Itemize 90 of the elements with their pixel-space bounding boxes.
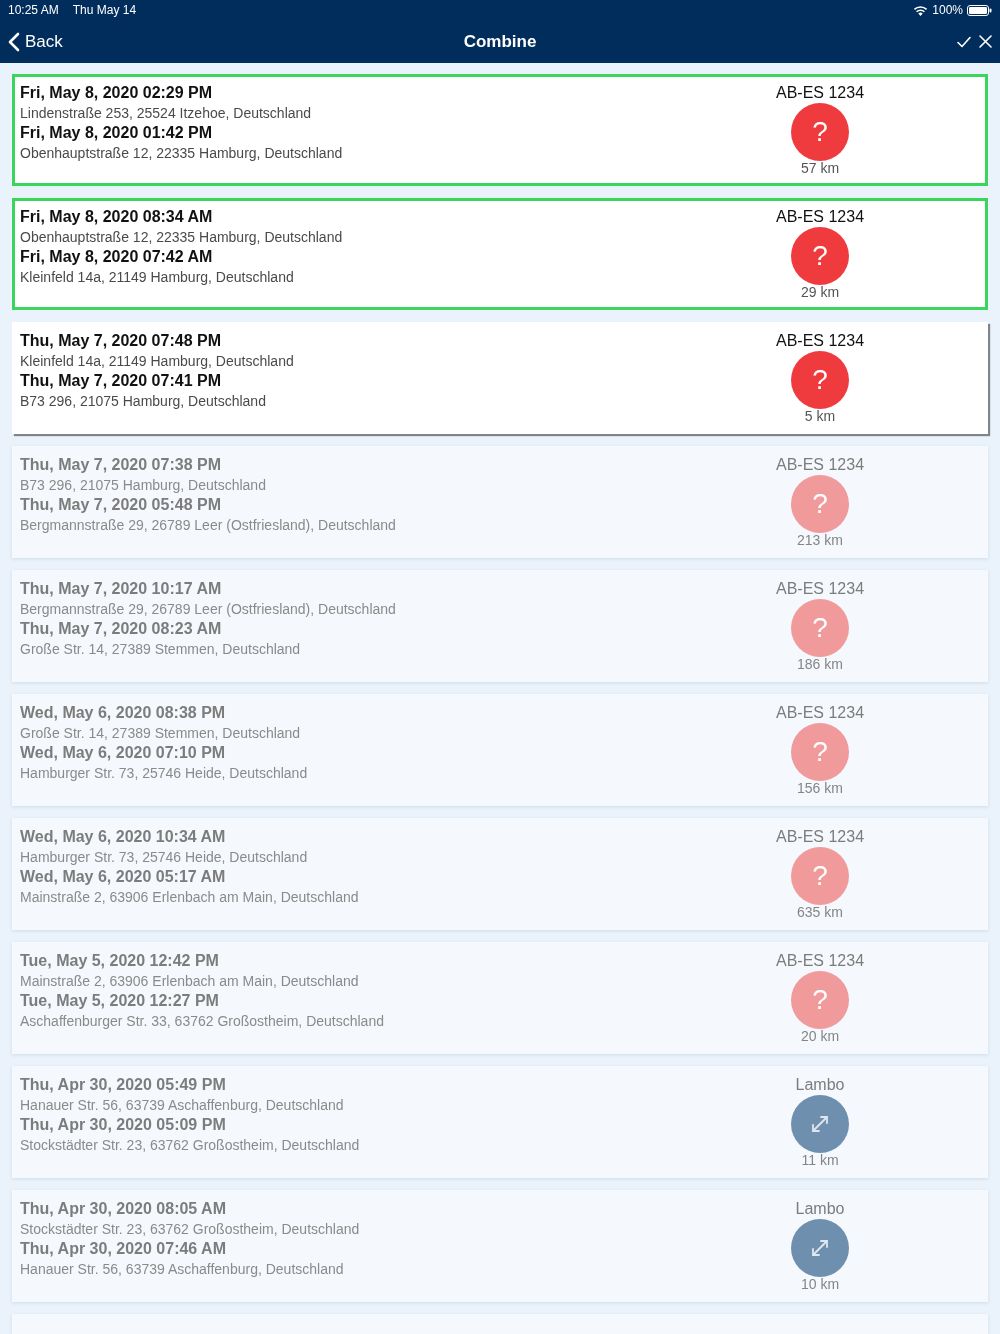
question-badge: ? [791,351,849,409]
stop-time: Thu, May 7, 2020 10:17 AM [20,579,222,599]
stop-address: Hamburger Str. 73, 25746 Heide, Deutschland [20,764,308,783]
stop-address: Große Str. 14, 27389 Stemmen, Deutschland [20,640,301,659]
stop-address: B73 296, 21075 Hamburg, Deutschland [20,476,266,495]
stop-time: Tue, May 5, 2020 12:42 PM [20,951,219,971]
trip-distance: 20 km [800,1028,840,1044]
trip-card[interactable]: Wed, May 6, 2020 10:34 AM Hamburger Str. 73, 25746 Heide, Deutschland Wed, May 6, 2020 05:17 AM Mainstraße 2, 63906 Erlenbach am Main, Deutschland AB-ES 1234 ? 635 km [12,818,988,930]
trip-distance: 213 km [797,532,843,548]
question-badge: ? [791,971,849,1029]
stop-address: Obenhauptstraße 12, 22335 Hamburg, Deutschland [20,144,343,163]
stop-address: Aschaffenburger Str. 33, 63762 Großostheim, Deutschland [20,1012,384,1031]
back-button[interactable]: Back [8,31,63,52]
stop-time: Wed, May 6, 2020 08:38 PM [20,703,226,723]
stop-time: Tue, May 5, 2020 12:27 PM [20,991,219,1011]
status-date: Thu May 14 [72,3,137,17]
trip-distance: 635 km [797,904,843,920]
trip-distance: 29 km [800,284,840,300]
vehicle-plate: AB-ES 1234 [775,579,865,599]
trip-card[interactable]: Thu, Apr 30, 2020 08:05 AM Stockstädter Str. 23, 63762 Großostheim, Deutschland Thu, Apr 30, 2020 07:46 AM Hanauer Str. 56, 63739 Aschaffenburg, Deutschland Lambo 10 km [12,1190,988,1302]
stop-address: Obenhauptstraße 12, 22335 Hamburg, Deutschland [20,228,343,247]
confirm-button[interactable] [957,35,971,48]
stop-address: Hanauer Str. 56, 63739 Aschaffenburg, Deutschland [20,1096,344,1115]
stop-address: Bergmannstraße 29, 26789 Leer (Ostfriesland), Deutschland [20,516,396,535]
stop-address: Lindenstraße 253, 25524 Itzehoe, Deutschland [20,104,312,123]
stop-address: Bergmannstraße 29, 26789 Leer (Ostfriesland), Deutschland [20,600,396,619]
stop-address: Hanauer Str. 56, 63739 Aschaffenburg, Deutschland [20,1260,344,1279]
stop-time: Fri, May 8, 2020 02:29 PM [20,83,213,103]
check-icon [957,35,971,48]
stop-address: Kleinfeld 14a, 21149 Hamburg, Deutschland [20,268,294,287]
vehicle-plate: AB-ES 1234 [775,455,865,475]
trip-card[interactable]: Fri, May 8, 2020 02:29 PM Lindenstraße 253, 25524 Itzehoe, Deutschland Fri, May 8, 2020 01:42 PM Obenhauptstraße 12, 22335 Hamburg, Deutschland AB-ES 1234 ? 57 km [12,74,988,186]
trip-card[interactable]: Thu, Apr 30, 2020 05:49 PM Hanauer Str. 56, 63739 Aschaffenburg, Deutschland Thu, Apr 30, 2020 05:09 PM Stockstädter Str. 23, 63762 Großostheim, Deutschland Lambo 11 km [12,1066,988,1178]
trip-card[interactable]: Tue, May 5, 2020 12:42 PM Mainstraße 2, 63906 Erlenbach am Main, Deutschland Tue, May 5, 2020 12:27 PM Aschaffenburger Str. 33, 63762 Großostheim, Deutschland AB-ES 1234 ? 20 km [12,942,988,1054]
trip-distance: 186 km [797,656,843,672]
stop-time: Fri, May 8, 2020 08:34 AM [20,207,213,227]
battery-icon [967,4,992,16]
stop-time: Fri, May 8, 2020 07:42 AM [20,247,213,267]
stop-address: Hamburger Str. 73, 25746 Heide, Deutschland [20,848,308,867]
stop-time: Thu, May 7, 2020 08:23 AM [20,619,222,639]
status-time: 10:25 AM [8,3,59,17]
question-badge: ? [791,227,849,285]
stop-time: Thu, Apr 30, 2020 05:09 PM [20,1115,226,1135]
stop-time: Wed, May 6, 2020 10:34 AM [20,827,226,847]
stop-address: Mainstraße 2, 63906 Erlenbach am Main, Deutschland [20,972,359,991]
vehicle-plate: AB-ES 1234 [775,703,865,723]
question-badge: ? [791,847,849,905]
stop-address: Große Str. 14, 27389 Stemmen, Deutschland [20,724,301,743]
stop-time: Thu, Apr 30, 2020 07:46 AM [20,1239,226,1259]
stop-time: Thu, May 7, 2020 07:48 PM [20,331,221,351]
chevron-left-icon [8,31,20,52]
trip-distance: 5 km [804,408,836,424]
question-badge: ? [791,103,849,161]
stop-address: Mainstraße 2, 63906 Erlenbach am Main, Deutschland [20,888,359,907]
vehicle-plate: Lambo [795,1199,845,1219]
vehicle-plate: Lambo [795,1075,845,1095]
stop-time: Thu, May 7, 2020 07:41 PM [20,371,221,391]
stop-time: Thu, May 7, 2020 07:38 PM [20,455,221,475]
close-icon [979,35,992,48]
stop-time: Thu, Apr 30, 2020 08:05 AM [20,1199,226,1219]
stop-time: Wed, May 6, 2020 05:17 AM [20,867,226,887]
stop-time: Thu, Apr 30, 2020 05:49 PM [20,1075,226,1095]
stop-time: Wed, May 6, 2020 07:10 PM [20,743,226,763]
trip-card[interactable]: Thu, May 7, 2020 10:17 AM Bergmannstraße 29, 26789 Leer (Ostfriesland), Deutschland Thu, May 7, 2020 08:23 AM Große Str. 14, 27389 Stemmen, Deutschland AB-ES 1234 ? 186 km [12,570,988,682]
trip-card[interactable]: Fri, May 8, 2020 08:34 AM Obenhauptstraße 12, 22335 Hamburg, Deutschland Fri, May 8, 2020 07:42 AM Kleinfeld 14a, 21149 Hamburg, Deutschland AB-ES 1234 ? 29 km [12,198,988,310]
trip-card[interactable]: Thu, May 7, 2020 07:38 PM B73 296, 21075 Hamburg, Deutschland Thu, May 7, 2020 05:48 PM Bergmannstraße 29, 26789 Leer (Ostfriesland), Deutschland AB-ES 1234 ? 213 km [12,446,988,558]
trip-distance: 10 km [800,1276,840,1292]
question-badge: ? [791,723,849,781]
vehicle-plate: AB-ES 1234 [775,207,865,227]
stop-address: Stockstädter Str. 23, 63762 Großostheim, Deutschland [20,1220,360,1239]
vehicle-plate: AB-ES 1234 [775,951,865,971]
question-badge: ? [791,599,849,657]
trip-card[interactable]: Thu, May 7, 2020 07:48 PM Kleinfeld 14a, 21149 Hamburg, Deutschland Thu, May 7, 2020 07:41 PM B73 296, 21075 Hamburg, Deutschland AB-ES 1234 ? 5 km [12,322,988,434]
stop-address: Stockstädter Str. 23, 63762 Großostheim, Deutschland [20,1136,360,1155]
wifi-icon [913,4,929,16]
vehicle-plate: AB-ES 1234 [775,827,865,847]
vehicle-plate: AB-ES 1234 [775,331,865,351]
question-badge: ? [791,475,849,533]
trip-card[interactable]: Wed, May 6, 2020 08:38 PM Große Str. 14, 27389 Stemmen, Deutschland Wed, May 6, 2020 07:10 PM Hamburger Str. 73, 25746 Heide, Deutschland AB-ES 1234 ? 156 km [12,694,988,806]
vehicle-plate: AB-ES 1234 [775,83,865,103]
trip-distance: 11 km [801,1152,839,1168]
stop-address: B73 296, 21075 Hamburg, Deutschland [20,392,266,411]
stop-time: Thu, May 7, 2020 05:48 PM [20,495,221,515]
screen-title: Combine [463,31,537,52]
battery-percent: 100% [932,3,963,17]
stop-time: Fri, May 8, 2020 01:42 PM [20,123,213,143]
stop-address: Kleinfeld 14a, 21149 Hamburg, Deutschland [20,352,294,371]
trip-distance: 156 km [797,780,843,796]
close-button[interactable] [979,35,992,48]
trip-distance: 57 km [800,160,840,176]
